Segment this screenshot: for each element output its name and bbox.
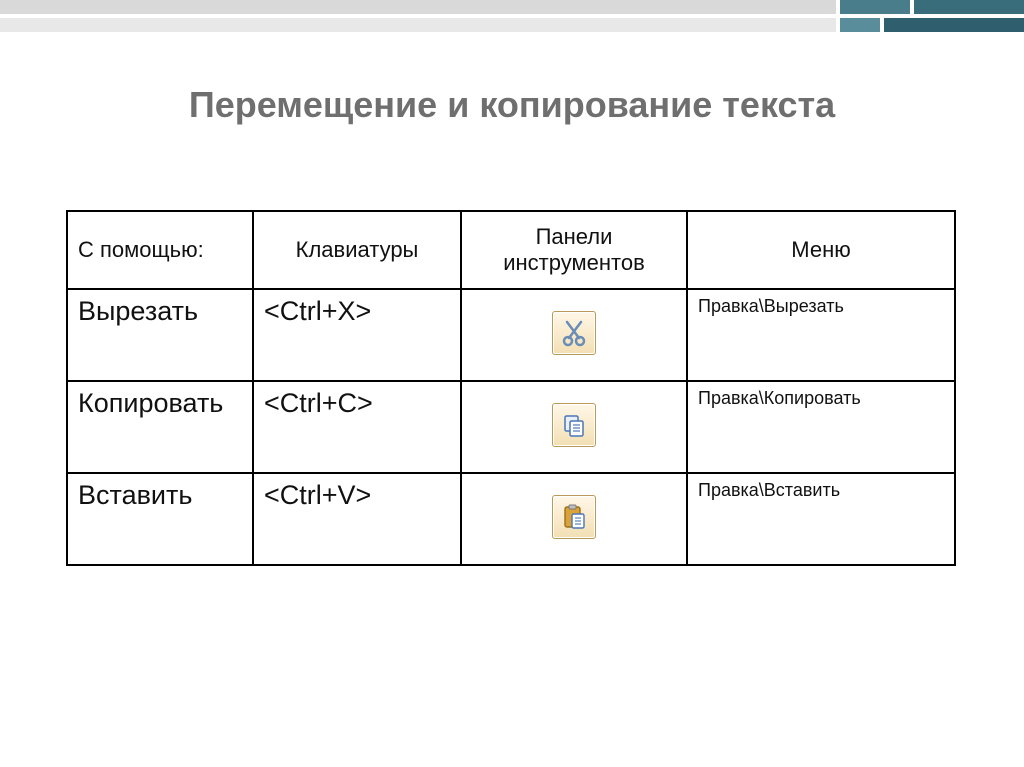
decorative-top-bars [0, 0, 1024, 32]
header-using: С помощью: [67, 211, 253, 289]
table-row: Копировать <Ctrl+C> Правка\Копировать [67, 381, 955, 473]
menu-path: Правка\Вырезать [687, 289, 955, 381]
scissors-icon [559, 318, 589, 348]
header-menu: Меню [687, 211, 955, 289]
header-toolbar: Панели инструментов [461, 211, 687, 289]
cut-button[interactable] [552, 311, 596, 355]
copy-button[interactable] [552, 403, 596, 447]
keyboard-shortcut: <Ctrl+V> [253, 473, 461, 565]
action-label: Вырезать [67, 289, 253, 381]
table-row: Вырезать <Ctrl+X> Правка\Вырезать [67, 289, 955, 381]
keyboard-shortcut: <Ctrl+X> [253, 289, 461, 381]
shortcuts-table: С помощью: Клавиатуры Панели инструменто… [66, 210, 956, 566]
header-keyboard: Клавиатуры [253, 211, 461, 289]
menu-path: Правка\Копировать [687, 381, 955, 473]
action-label: Вставить [67, 473, 253, 565]
slide-title: Перемещение и копирование текста [0, 84, 1024, 126]
paste-button[interactable] [552, 495, 596, 539]
keyboard-shortcut: <Ctrl+C> [253, 381, 461, 473]
table-header-row: С помощью: Клавиатуры Панели инструменто… [67, 211, 955, 289]
clipboard-paste-icon [559, 502, 589, 532]
table-row: Вставить <Ctrl+V> Правка\Вставить [67, 473, 955, 565]
menu-path: Правка\Вставить [687, 473, 955, 565]
action-label: Копировать [67, 381, 253, 473]
copy-icon [559, 410, 589, 440]
